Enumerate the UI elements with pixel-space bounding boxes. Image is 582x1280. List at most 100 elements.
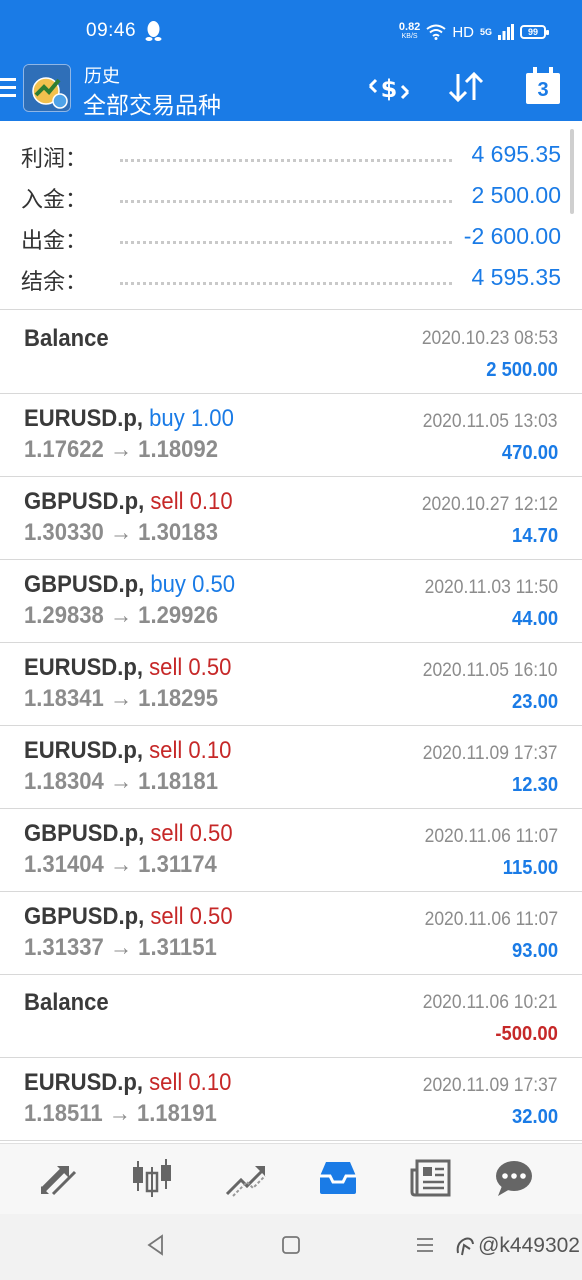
- trade-symbol: GBPUSD.p, sell 0.50: [24, 903, 233, 931]
- metatrader-logo: [23, 64, 71, 112]
- trade-symbol: Balance: [24, 989, 109, 1017]
- trade-profit: 14.70: [511, 525, 558, 547]
- trade-action: sell 0.50: [150, 820, 233, 847]
- trade-action: sell 0.10: [149, 1069, 232, 1096]
- signal-icon: [498, 24, 514, 40]
- nav-news[interactable]: [403, 1152, 459, 1204]
- history-row[interactable]: GBPUSD.p, sell 0.50 1.31404 → 1.31174 2020…: [0, 809, 582, 892]
- nav-trade[interactable]: [217, 1152, 273, 1204]
- candlestick-icon: [133, 1159, 171, 1197]
- chat-bubble-icon: [496, 1161, 532, 1196]
- price-range: 1.18304 → 1.18181: [24, 768, 218, 795]
- history-row[interactable]: GBPUSD.p, buy 0.50 1.29838 → 1.29926 2020.…: [0, 560, 582, 643]
- history-row[interactable]: Balance 2020.10.23 08:53 2 500.00: [0, 311, 582, 394]
- nav-quotes[interactable]: [31, 1152, 87, 1204]
- trade-profit: 44.00: [511, 608, 558, 630]
- history-row[interactable]: Balance 2020.11.06 10:21 -500.00: [0, 975, 582, 1058]
- summary-label: 利润：: [21, 147, 88, 172]
- trade-action: sell 0.50: [150, 903, 233, 930]
- summary-value: 4 695.35: [465, 141, 561, 168]
- leader-dots: [120, 241, 452, 244]
- calendar-icon[interactable]: 3: [525, 67, 561, 105]
- trade-profit: 93.00: [511, 940, 558, 962]
- nav-history[interactable]: [310, 1152, 366, 1204]
- summary-withdrawal-row: 出金： -2 600.00: [0, 217, 582, 257]
- hd-label: HD: [452, 23, 474, 41]
- symbol-name: GBPUSD.p,: [24, 571, 145, 598]
- trade-action: buy 1.00: [149, 405, 234, 432]
- trade-symbol: EURUSD.p, sell 0.10: [24, 737, 231, 765]
- network-type: 5G: [479, 27, 492, 37]
- battery-icon: 99: [520, 25, 549, 39]
- app-bar: 历史 全部交易品种 $ 3: [0, 62, 582, 121]
- newspaper-icon: [410, 1159, 451, 1197]
- price-range: 1.31337 → 1.31151: [24, 934, 217, 961]
- trade-time: 2020.11.05 16:10: [423, 660, 558, 681]
- currency-exchange-icon[interactable]: $: [368, 72, 410, 106]
- trade-time: 2020.11.05 13:03: [423, 411, 558, 432]
- trade-profit: -500.00: [495, 1023, 558, 1045]
- symbol-name: EURUSD.p,: [24, 737, 143, 764]
- trade-symbol: GBPUSD.p, buy 0.50: [24, 571, 235, 599]
- trade-action: sell 0.10: [150, 488, 233, 515]
- summary-value: 4 595.35: [465, 264, 561, 291]
- inbox-tray-icon: [320, 1162, 356, 1194]
- history-row[interactable]: EURUSD.p, sell 0.10 1.18511 → 1.18191 2020…: [0, 1058, 582, 1141]
- trade-symbol: Balance: [24, 325, 109, 353]
- nav-chat[interactable]: [486, 1152, 542, 1204]
- summary-panel: 利润： 4 695.35 入金： 2 500.00 出金： -2 600.00 …: [0, 121, 582, 310]
- history-list: Balance 2020.10.23 08:53 2 500.00 EURUSD.p,…: [0, 311, 582, 1141]
- summary-profit-row: 利润： 4 695.35: [0, 135, 582, 175]
- scrollbar[interactable]: [570, 129, 574, 214]
- history-row[interactable]: EURUSD.p, sell 0.10 1.18304 → 1.18181 2020…: [0, 726, 582, 809]
- trade-time: 2020.11.09 17:37: [423, 1075, 558, 1096]
- trade-time: 2020.10.23 08:53: [421, 328, 558, 349]
- sort-icon[interactable]: [446, 70, 486, 104]
- symbol-name: EURUSD.p,: [24, 405, 143, 432]
- trade-action: sell 0.10: [149, 737, 232, 764]
- trade-time: 2020.11.09 17:37: [423, 743, 558, 764]
- menu-icon[interactable]: [0, 78, 16, 100]
- price-range: 1.31404 → 1.31174: [24, 851, 217, 878]
- history-row[interactable]: EURUSD.p, buy 1.00 1.17622 → 1.18092 2020.…: [0, 394, 582, 477]
- status-bar: 09:46 0.82 KB/S HD 5G 99: [0, 0, 582, 62]
- home-icon[interactable]: [281, 1234, 301, 1256]
- trade-profit: 470.00: [501, 442, 558, 464]
- summary-label: 出金：: [21, 229, 88, 254]
- page-subtitle: 历史: [84, 66, 120, 87]
- price-range: 1.29838 → 1.29926: [24, 602, 218, 629]
- symbol-name: Balance: [24, 989, 109, 1016]
- trade-profit: 12.30: [511, 774, 558, 796]
- trade-symbol: EURUSD.p, sell 0.10: [24, 1069, 231, 1097]
- symbol-name: EURUSD.p,: [24, 1069, 143, 1096]
- network-speed: 0.82 KB/S: [398, 21, 421, 41]
- symbol-name: EURUSD.p,: [24, 654, 143, 681]
- recents-icon[interactable]: [415, 1234, 435, 1256]
- symbol-name: GBPUSD.p,: [24, 820, 145, 847]
- leader-dots: [120, 159, 452, 162]
- summary-value: 2 500.00: [465, 182, 561, 209]
- history-row[interactable]: GBPUSD.p, sell 0.50 1.31337 → 1.31151 2020…: [0, 892, 582, 975]
- calendar-day: 3: [537, 79, 549, 101]
- watermark-logo-icon: [456, 1237, 475, 1256]
- summary-label: 结余：: [21, 270, 88, 295]
- page-title[interactable]: 全部交易品种: [83, 86, 221, 120]
- trade-symbol: EURUSD.p, sell 0.50: [24, 654, 231, 682]
- summary-label: 入金：: [21, 188, 88, 213]
- trade-time: 2020.11.03 11:50: [424, 577, 558, 598]
- watermark: @k449302: [454, 1234, 580, 1258]
- symbol-name: GBPUSD.p,: [24, 488, 145, 515]
- quotes-arrows-icon: [40, 1166, 77, 1196]
- trade-profit: 32.00: [511, 1106, 558, 1128]
- trade-time: 2020.10.27 12:12: [421, 494, 558, 515]
- history-row[interactable]: GBPUSD.p, sell 0.10 1.30330 → 1.30183 2020…: [0, 477, 582, 560]
- back-icon[interactable]: [146, 1234, 166, 1256]
- price-range: 1.30330 → 1.30183: [24, 519, 218, 546]
- trade-symbol: GBPUSD.p, sell 0.50: [24, 820, 233, 848]
- nav-chart[interactable]: [124, 1152, 180, 1204]
- history-row[interactable]: EURUSD.p, sell 0.50 1.18341 → 1.18295 2020…: [0, 643, 582, 726]
- summary-deposit-row: 入金： 2 500.00: [0, 176, 582, 216]
- trade-line-icon: [225, 1166, 266, 1197]
- summary-balance-row: 结余： 4 595.35: [0, 258, 582, 298]
- svg-text:$: $: [381, 75, 398, 103]
